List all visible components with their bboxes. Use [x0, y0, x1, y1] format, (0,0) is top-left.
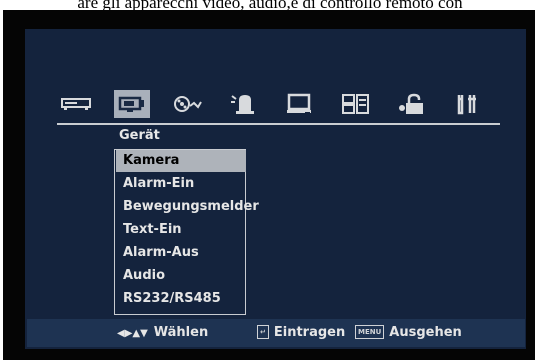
status-select: ◀▶▲▼ Wählen: [117, 319, 208, 347]
menu-key-icon: MENU: [355, 324, 385, 339]
menu-title: Gerät: [119, 128, 160, 143]
exit-label: Ausgehen: [389, 325, 462, 340]
status-exit: MENU Ausgehen: [355, 319, 462, 347]
submenu-list: Kamera Alarm-Ein Bewegungsmelder Text-Ei…: [114, 149, 259, 315]
monitor-icon[interactable]: [282, 90, 318, 118]
alarm-icon[interactable]: [226, 90, 262, 118]
menu-item-alarm-ein[interactable]: Alarm-Ein: [116, 173, 246, 195]
enter-label: Eintragen: [273, 325, 346, 340]
status-bar: ◀▶▲▼ Wählen ↵ Eintragen MENU Ausgehen: [27, 319, 525, 347]
menu-item-bewegungsmelder[interactable]: Bewegungsmelder: [116, 196, 259, 218]
menu-item-alarm-aus[interactable]: Alarm-Aus: [116, 242, 246, 264]
record-reels-icon[interactable]: [170, 90, 206, 118]
menu-item-rs232-rs485[interactable]: RS232/RS485: [116, 288, 246, 310]
menu-separator: [57, 123, 500, 125]
camera-icon[interactable]: [114, 90, 150, 118]
osd-screen: [25, 29, 526, 349]
main-menu-icon-bar: [40, 90, 480, 118]
menu-item-text-ein[interactable]: Text-Ein: [116, 219, 246, 241]
status-enter: ↵ Eintragen: [257, 319, 345, 347]
network-icon[interactable]: [338, 90, 374, 118]
arrow-keys-icon: ◀▶▲▼: [117, 328, 148, 339]
select-label: Wählen: [153, 325, 209, 340]
recorder-icon[interactable]: [58, 90, 94, 118]
lock-icon[interactable]: [394, 90, 430, 118]
menu-item-kamera[interactable]: Kamera: [116, 150, 246, 172]
enter-key-icon: ↵: [257, 324, 269, 339]
menu-item-audio[interactable]: Audio: [116, 265, 246, 287]
tools-icon[interactable]: [450, 90, 486, 118]
